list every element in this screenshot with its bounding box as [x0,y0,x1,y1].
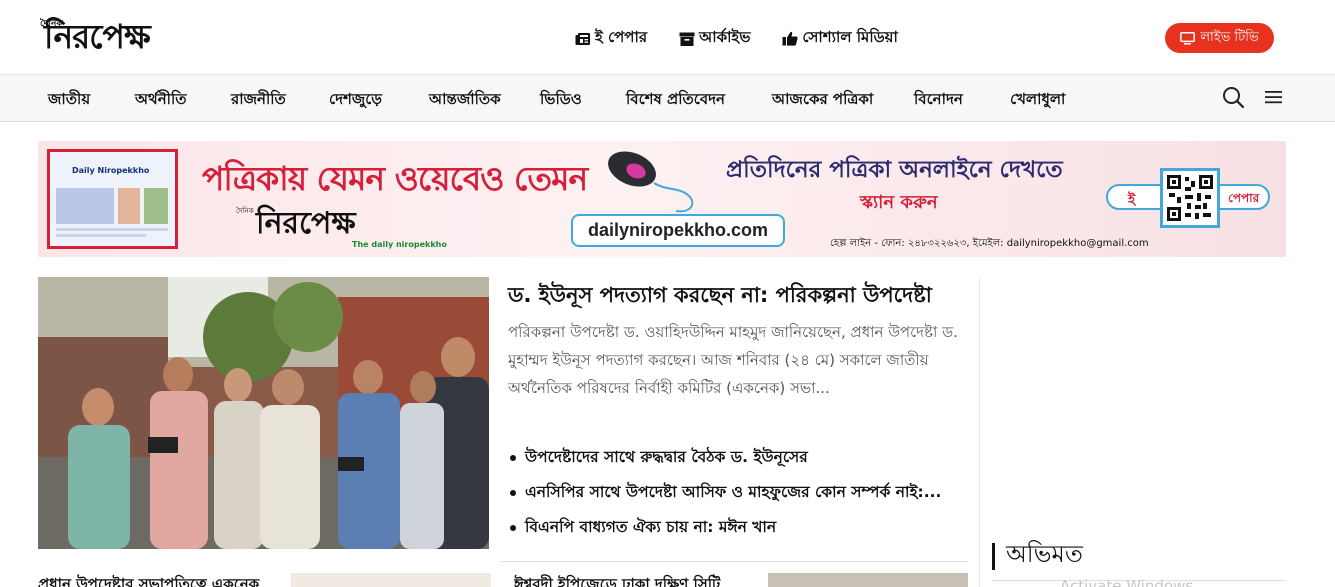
archive-link[interactable]: আর্কাইভ [679,26,750,51]
lead-story-image[interactable] [38,277,489,549]
site-header: দৈনিক নিরপেক্ষ ই পেপার আর্কাইভ সোশ্যাল ম… [0,0,1335,75]
story-thumbnail[interactable] [291,573,491,587]
newspaper-icon [575,32,590,45]
related-story-title: উপদেষ্টাদের সাথে রুদ্ধদ্বার বৈঠক ড. ইউনূ… [525,447,808,466]
lead-story-title[interactable]: ড. ইউনূস পদত্যাগ করছেন না: পরিকল্পনা উপদ… [508,281,968,309]
opinion-heading-label: অভিমত [1006,540,1083,568]
logo-prefix: দৈনিক [40,19,63,29]
related-story[interactable]: উপদেষ্টাদের সাথে রুদ্ধদ্বার বৈঠক ড. ইউনূ… [508,440,968,475]
story-title[interactable]: প্রধান উপদেষ্টার সভাপতিত্বে একনেক [38,573,280,587]
bullet-icon [510,454,516,461]
nav-item-politics[interactable]: রাজনীতি [231,88,286,113]
windows-activation-watermark: Activate Windows [1060,577,1194,587]
banner-logo: নিরপেক্ষ [256,206,356,241]
story-thumbnail[interactable] [768,573,968,587]
nav-item-todays-paper[interactable]: আজকের পত্রিকা [772,88,873,113]
nav-item-entertainment[interactable]: বিনোদন [914,88,963,113]
related-story[interactable]: বিএনপি বাধ্যগত ঐক্য চায় না: মঈন খান [508,510,968,545]
monitor-icon [1180,31,1196,44]
site-logo[interactable]: দৈনিক নিরপেক্ষ [40,14,151,60]
banner-website-thumbnail: Daily Niropekkho [47,149,178,249]
main-nav: জাতীয় অর্থনীতি রাজনীতি দেশজুড়ে আন্তর্জ… [0,75,1335,122]
banner-contact-line: হেল্প লাইন - ফোন: ২৪৮৩২২৬২৩, ইমেইল: dail… [830,238,1149,249]
nav-item-video[interactable]: ভিডিও [540,88,582,113]
epaper-label: ই পেপার [595,28,648,46]
banner-epaper-suffix: পেপার [1228,191,1260,205]
banner-thumb-title: Daily Niropekkho [72,166,150,175]
mouse-icon [606,147,702,221]
header-links: ই পেপার আর্কাইভ সোশ্যাল মিডিয়া [575,26,898,51]
section-divider [500,561,968,562]
nav-item-sports[interactable]: খেলাধুলা [1010,88,1065,113]
archive-label: আর্কাইভ [699,28,751,46]
nav-item-national[interactable]: জাতীয় [48,88,90,113]
column-divider [979,277,980,587]
nav-item-international[interactable]: আন্তর্জাতিক [429,88,501,113]
live-tv-label: লাইভ টিভি [1200,29,1259,45]
related-story[interactable]: এনসিপির সাথে উপদেষ্টা আসিফ ও মাহফুজের কো… [508,475,968,510]
bullet-icon [510,489,516,496]
banner-logo-prefix: দৈনিক [236,207,254,215]
related-story-title: বিএনপি বাধ্যগত ঐক্য চায় না: মঈন খান [525,517,777,536]
social-media-label: সোশ্যাল মিডিয়া [802,28,898,46]
social-media-link[interactable]: সোশ্যাল মিডিয়া [782,26,898,51]
hamburger-menu-icon[interactable] [1264,89,1284,109]
story-title[interactable]: ঈশ্বরদী ইপিজেডে ঢাকা দক্ষিণ সিটি [514,573,756,587]
epaper-banner-ad[interactable]: Daily Niropekkho পত্রিকায় যেমন ওয়েবেও … [38,141,1286,257]
nav-item-special-report[interactable]: বিশেষ প্রতিবেদন [626,88,725,113]
live-tv-button[interactable]: লাইভ টিভি [1165,23,1274,53]
bullet-icon [510,524,516,531]
archive-box-icon [679,32,695,46]
banner-epaper-prefix: ই [1128,192,1136,208]
banner-scan-text: স্ক্যান করুন [860,192,938,213]
opinion-section-heading[interactable]: অভিমত [992,540,1083,571]
qr-code-icon [1160,168,1220,228]
heading-accent-bar [992,542,995,570]
nav-item-countrywide[interactable]: দেশজুড়ে [329,88,382,113]
lead-story-summary: পরিকল্পনা উপদেষ্টা ড. ওয়াহিদউদ্দিন মাহম… [508,323,958,397]
nav-item-economy[interactable]: অর্থনীতি [135,88,187,113]
search-icon[interactable] [1222,86,1245,113]
banner-url: dailyniropekkho.com [571,214,785,247]
banner-headline: প্রতিদিনের পত্রিকা অনলাইনে দেখতে [726,157,1063,183]
banner-tagline: The daily niropekkho [352,240,447,249]
related-stories: উপদেষ্টাদের সাথে রুদ্ধদ্বার বৈঠক ড. ইউনূ… [508,440,968,545]
related-story-title: এনসিপির সাথে উপদেষ্টা আসিফ ও মাহফুজের কো… [525,482,942,501]
thumbs-up-icon [782,31,798,46]
epaper-link[interactable]: ই পেপার [575,26,647,51]
